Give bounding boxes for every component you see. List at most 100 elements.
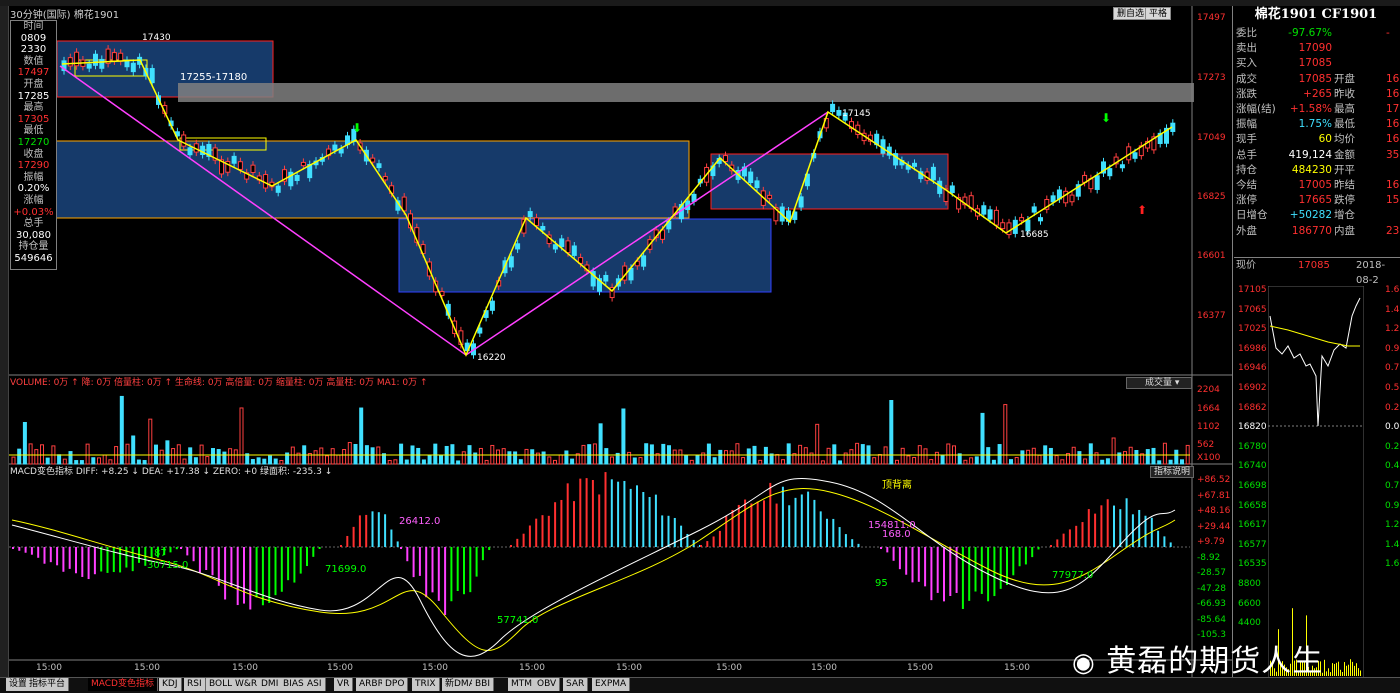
macd-bar <box>431 547 434 593</box>
volume-bar <box>1031 447 1036 465</box>
tab-10[interactable]: ASI <box>304 678 326 691</box>
macd-bar <box>249 547 252 610</box>
volume-bar <box>758 459 763 465</box>
info-label: 最低 <box>23 125 44 137</box>
quote-label: 涨跌 <box>1236 87 1257 100</box>
macd-bar <box>68 547 71 569</box>
volume-bar <box>724 450 728 465</box>
time-tick: 15:00 <box>232 663 258 673</box>
sell-arrow-1: ⬆ <box>1137 203 1147 217</box>
volume-bar <box>803 447 808 465</box>
candle-body <box>748 171 754 184</box>
volume-bar <box>336 454 341 465</box>
macd-bar <box>425 547 428 598</box>
macd-bar <box>444 547 447 615</box>
volume-bar <box>1088 443 1093 465</box>
current-price-value: 17085 <box>1298 260 1330 271</box>
macd-bar <box>566 483 569 547</box>
macd-bar <box>737 504 740 547</box>
tab-3[interactable]: MACD变色指标 <box>88 678 158 691</box>
info-label: 时间 <box>23 21 44 32</box>
quote-label-2: 开盘 <box>1334 72 1355 85</box>
volume-bar <box>1105 458 1110 465</box>
mini-price-tick: 16658 <box>1238 500 1267 511</box>
macd-legend: MACD变色指标 DIFF: +8.25 ↓ DEA: +17.38 ↓ ZER… <box>10 467 333 477</box>
quote-value-2: 15 <box>1386 194 1400 207</box>
tab-5[interactable]: RSI <box>184 678 206 691</box>
quote-label: 卖出 <box>1236 42 1257 55</box>
volume-bar <box>860 444 865 465</box>
tab-17[interactable]: MTM <box>508 678 537 691</box>
quote-label: 成交 <box>1236 72 1257 85</box>
candle-body <box>67 57 73 67</box>
mini-intraday-chart[interactable] <box>1268 286 1364 678</box>
candle-body <box>641 255 647 267</box>
volume-bar <box>1123 451 1127 465</box>
indicator-help-button[interactable]: 指标说明 <box>1150 466 1195 478</box>
tab-11[interactable]: VR <box>334 678 354 691</box>
volume-bar <box>991 459 996 465</box>
tab-14[interactable]: TRIX <box>412 678 440 691</box>
volume-bar <box>849 449 854 465</box>
macd-bar <box>892 547 895 561</box>
info-label: 总手 <box>23 218 44 230</box>
tab-16[interactable]: BBI <box>472 678 495 691</box>
quote-value: -97.67% <box>1288 27 1332 39</box>
macd-bar <box>598 494 601 547</box>
chart-canvas[interactable]: ⬇ ⬇ ⬆ 17430 17255-17180 16220 17145 1668… <box>0 0 1232 693</box>
quote-label-2: 开平 <box>1334 163 1355 176</box>
tab-7[interactable]: W&R <box>232 678 262 691</box>
macd-bar <box>769 482 772 547</box>
quote-row: 外盘 186770内盘 232 <box>1234 224 1400 239</box>
tab-4[interactable]: KDJ <box>159 678 182 691</box>
quote-value: 186770 <box>1291 224 1332 237</box>
macd-bar <box>463 547 465 595</box>
tab-19[interactable]: SAR <box>563 678 589 691</box>
tab-18[interactable]: OBV <box>534 678 561 691</box>
candle-body <box>93 53 98 66</box>
macd-bar <box>12 547 14 549</box>
mini-pct-tick: 0.7 <box>1385 363 1400 374</box>
volume-bar <box>678 449 683 465</box>
tab-2[interactable]: 指标平台 <box>26 678 70 691</box>
macd-bar <box>37 547 40 558</box>
mini-price-tick: 17105 <box>1238 285 1267 295</box>
candle-body <box>489 300 495 311</box>
price-tick: 16825 <box>1197 192 1226 202</box>
macd-bar <box>781 486 784 547</box>
mini-pct-tick: 1.2 <box>1385 324 1400 335</box>
quote-label: 总手 <box>1236 148 1257 161</box>
macd-bar <box>898 547 901 570</box>
tab-8[interactable]: DMI <box>258 678 283 691</box>
quote-row: 委比 -97.67% - <box>1234 26 1400 41</box>
volume-bar <box>205 456 210 465</box>
volume-indicator-dropdown[interactable]: 成交量 ▾ <box>1126 377 1192 389</box>
macd-bar <box>119 547 122 573</box>
volume-bar <box>513 451 518 465</box>
macd-bar <box>180 547 182 549</box>
volume-bar <box>40 444 44 465</box>
macd-bar <box>255 547 258 598</box>
quote-label: 持仓 <box>1236 163 1257 176</box>
quote-value: 60 <box>1318 133 1332 146</box>
macd-bar <box>62 547 65 572</box>
macd-bar <box>731 509 734 547</box>
macd-bar <box>617 481 620 547</box>
macd-bar <box>700 545 702 547</box>
volume-bar <box>188 447 193 465</box>
candle-body <box>981 205 987 215</box>
quote-value-2: 16 <box>1386 133 1400 146</box>
macd-bar <box>150 547 153 559</box>
macd-bar <box>541 515 544 547</box>
macd-bar <box>636 485 638 547</box>
volume-bar <box>496 449 500 465</box>
macd-bar <box>610 479 613 547</box>
buy-arrow-2: ⬇ <box>1101 111 1111 125</box>
tab-20[interactable]: EXPMA <box>592 678 631 691</box>
info-value: 17497 <box>17 67 50 79</box>
mini-price-tick: 17025 <box>1238 324 1267 335</box>
mini-pct-tick: 1.2 <box>1385 520 1400 531</box>
macd-bar <box>198 547 201 573</box>
tab-13[interactable]: DPO <box>382 678 409 691</box>
candle-body <box>370 157 376 163</box>
